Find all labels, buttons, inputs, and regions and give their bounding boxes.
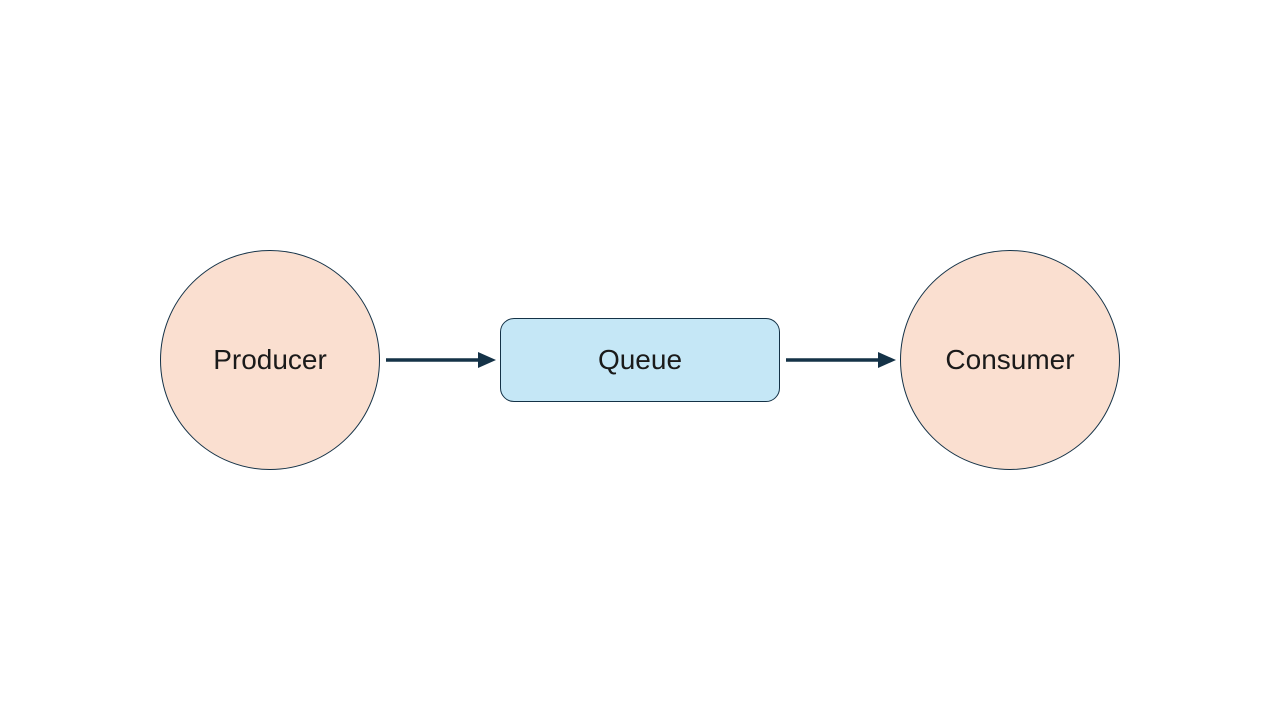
diagram-container: Producer Queue Consumer — [160, 250, 1120, 470]
queue-node: Queue — [500, 318, 780, 402]
arrow-queue-to-consumer — [780, 340, 900, 380]
consumer-label: Consumer — [945, 344, 1074, 376]
producer-node: Producer — [160, 250, 380, 470]
arrow-right-icon — [380, 340, 500, 380]
consumer-node: Consumer — [900, 250, 1120, 470]
arrow-right-icon — [780, 340, 900, 380]
queue-label: Queue — [598, 344, 682, 376]
arrow-producer-to-queue — [380, 340, 500, 380]
producer-label: Producer — [213, 344, 327, 376]
